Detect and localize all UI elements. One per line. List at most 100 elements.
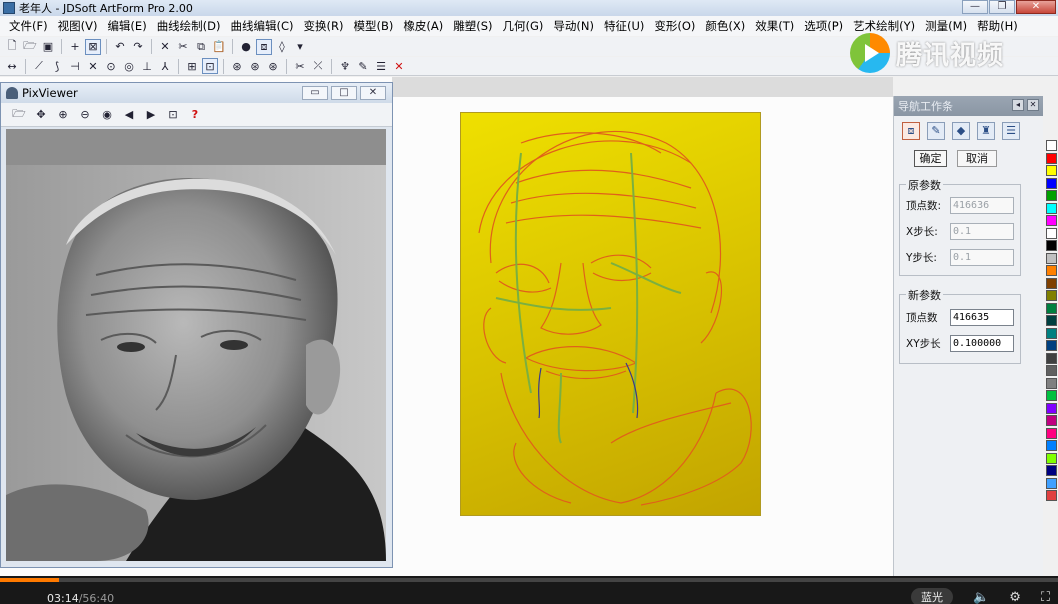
list-edit-icon[interactable]: ☰	[373, 58, 389, 74]
menu-curve-edit[interactable]: 曲线编辑(C)	[226, 18, 299, 34]
pen-icon[interactable]: ✎	[355, 58, 371, 74]
delete-icon[interactable]: ✕	[157, 39, 173, 55]
menu-help[interactable]: 帮助(H)	[972, 18, 1023, 34]
pixviewer-minimize-button[interactable]: ▭	[302, 86, 328, 100]
fullscreen-icon[interactable]: ⛶	[1041, 590, 1050, 604]
quality-button[interactable]: 蓝光	[911, 588, 954, 604]
color-swatch[interactable]	[1046, 377, 1057, 389]
close-red-icon[interactable]: ✕	[391, 58, 407, 74]
color-swatch[interactable]	[1046, 240, 1057, 251]
break-icon[interactable]: ⤫	[310, 58, 326, 74]
menu-sweep[interactable]: 导动(N)	[548, 18, 599, 34]
fit-view-icon[interactable]: ◉	[99, 107, 115, 123]
color-swatch[interactable]	[1046, 477, 1057, 489]
trim-icon[interactable]: ✂	[292, 58, 308, 74]
lens-3-icon[interactable]: ⊛	[265, 58, 281, 74]
color-swatch[interactable]	[1046, 452, 1057, 464]
shield-icon[interactable]: ◊	[274, 39, 290, 55]
zoom-in-icon[interactable]: ⊕	[55, 107, 71, 123]
cut-icon[interactable]: ✂	[175, 39, 191, 55]
color-swatch[interactable]	[1046, 152, 1057, 164]
menu-edit[interactable]: 编辑(E)	[102, 18, 151, 34]
undo-icon[interactable]: ↶	[112, 39, 128, 55]
menu-geometry[interactable]: 几何(G)	[498, 18, 549, 34]
color-swatch[interactable]	[1046, 402, 1057, 414]
new-file-icon[interactable]: 🗋	[4, 39, 20, 55]
color-swatch[interactable]	[1046, 252, 1057, 264]
target-icon[interactable]: ⊙	[103, 58, 119, 74]
nav-panel-pin-icon[interactable]: ◂	[1012, 99, 1024, 111]
color-swatch[interactable]	[1046, 165, 1057, 176]
color-swatch[interactable]	[1046, 327, 1057, 339]
confirm-button[interactable]: 确定	[914, 150, 947, 167]
menu-eraser[interactable]: 橡皮(A)	[398, 18, 448, 34]
horizontal-cut-icon[interactable]: ⊣	[67, 58, 83, 74]
menu-options[interactable]: 选项(P)	[799, 18, 848, 34]
relief-canvas[interactable]	[460, 112, 761, 516]
tab-list-icon[interactable]: ☰	[1002, 122, 1020, 140]
color-swatch[interactable]	[1046, 277, 1057, 289]
color-swatch[interactable]	[1046, 427, 1057, 439]
pixviewer-title-bar[interactable]: PixViewer ▭ □ ✕	[1, 83, 392, 103]
color-swatch[interactable]	[1046, 315, 1057, 326]
nav-panel-header[interactable]: 导航工作条 ◂ ✕	[894, 96, 1043, 116]
next-icon[interactable]: ▶	[143, 107, 159, 123]
crosshair-icon[interactable]: +	[67, 39, 83, 55]
volume-icon[interactable]: 🔈	[973, 590, 989, 604]
zoom-window-icon[interactable]: ⊡	[165, 107, 181, 123]
open-image-icon[interactable]: 🗁	[11, 107, 27, 123]
branch-icon[interactable]: ⅄	[157, 58, 173, 74]
paste-icon[interactable]: 📋	[211, 39, 227, 55]
line-icon[interactable]: ⟋	[31, 58, 47, 74]
color-swatch[interactable]	[1046, 190, 1057, 201]
color-swatch[interactable]	[1046, 265, 1057, 276]
color-swatch[interactable]	[1046, 215, 1057, 226]
polyline-icon[interactable]: ⟆	[49, 58, 65, 74]
color-swatch[interactable]	[1046, 227, 1057, 239]
nav-panel-close-icon[interactable]: ✕	[1027, 99, 1039, 111]
color-swatch[interactable]	[1046, 302, 1057, 314]
pixviewer-maximize-button[interactable]: □	[331, 86, 357, 100]
color-swatch[interactable]	[1046, 202, 1057, 214]
cup-icon[interactable]: ▾	[292, 39, 308, 55]
sphere-icon[interactable]: ●	[238, 39, 254, 55]
color-swatch[interactable]	[1046, 490, 1057, 501]
restore-button[interactable]: ❐	[989, 0, 1015, 14]
cube-view-icon[interactable]: ⧈	[256, 38, 272, 55]
redo-icon[interactable]: ↷	[130, 39, 146, 55]
save-icon[interactable]: ▣	[40, 39, 56, 55]
circle-center-icon[interactable]: ◎	[121, 58, 137, 74]
select-box-icon[interactable]: ⊠	[85, 38, 101, 55]
perpendicular-icon[interactable]: ⊥	[139, 58, 155, 74]
grid-icon[interactable]: ⊞	[184, 58, 200, 74]
menu-feature[interactable]: 特征(U)	[599, 18, 649, 34]
color-swatch[interactable]	[1046, 415, 1057, 426]
menu-transform[interactable]: 变换(R)	[299, 18, 349, 34]
previous-icon[interactable]: ◀	[121, 107, 137, 123]
new-points-input[interactable]: 416635	[950, 309, 1014, 326]
close-button[interactable]: ✕	[1016, 0, 1056, 14]
pixviewer-close-button[interactable]: ✕	[360, 86, 386, 100]
copy-icon[interactable]: ⧉	[193, 39, 209, 55]
menu-measure[interactable]: 测量(M)	[920, 18, 972, 34]
settings-icon[interactable]: ⚙	[1009, 590, 1021, 604]
lens-2-icon[interactable]: ⊛	[247, 58, 263, 74]
color-swatch[interactable]	[1046, 465, 1057, 476]
menu-effect[interactable]: 效果(T)	[750, 18, 799, 34]
menu-color[interactable]: 颜色(X)	[700, 18, 750, 34]
help-icon[interactable]: ?	[187, 107, 203, 123]
cross-icon[interactable]: ✕	[85, 58, 101, 74]
menu-file[interactable]: 文件(F)	[4, 18, 53, 34]
cancel-button[interactable]: 取消	[957, 150, 997, 167]
color-swatch[interactable]	[1046, 140, 1057, 151]
snap-icon[interactable]: ⊡	[202, 58, 218, 74]
menu-art-draw[interactable]: 艺术绘制(Y)	[848, 18, 920, 34]
menu-view[interactable]: 视图(V)	[53, 18, 103, 34]
pan-icon[interactable]: ✥	[33, 107, 49, 123]
arrows-icon[interactable]: ↔	[4, 58, 20, 74]
color-swatch[interactable]	[1046, 390, 1057, 401]
lens-1-icon[interactable]: ⊛	[229, 58, 245, 74]
color-swatch[interactable]	[1046, 440, 1057, 451]
color-swatch[interactable]	[1046, 290, 1057, 301]
progress-track[interactable]	[0, 578, 1058, 582]
